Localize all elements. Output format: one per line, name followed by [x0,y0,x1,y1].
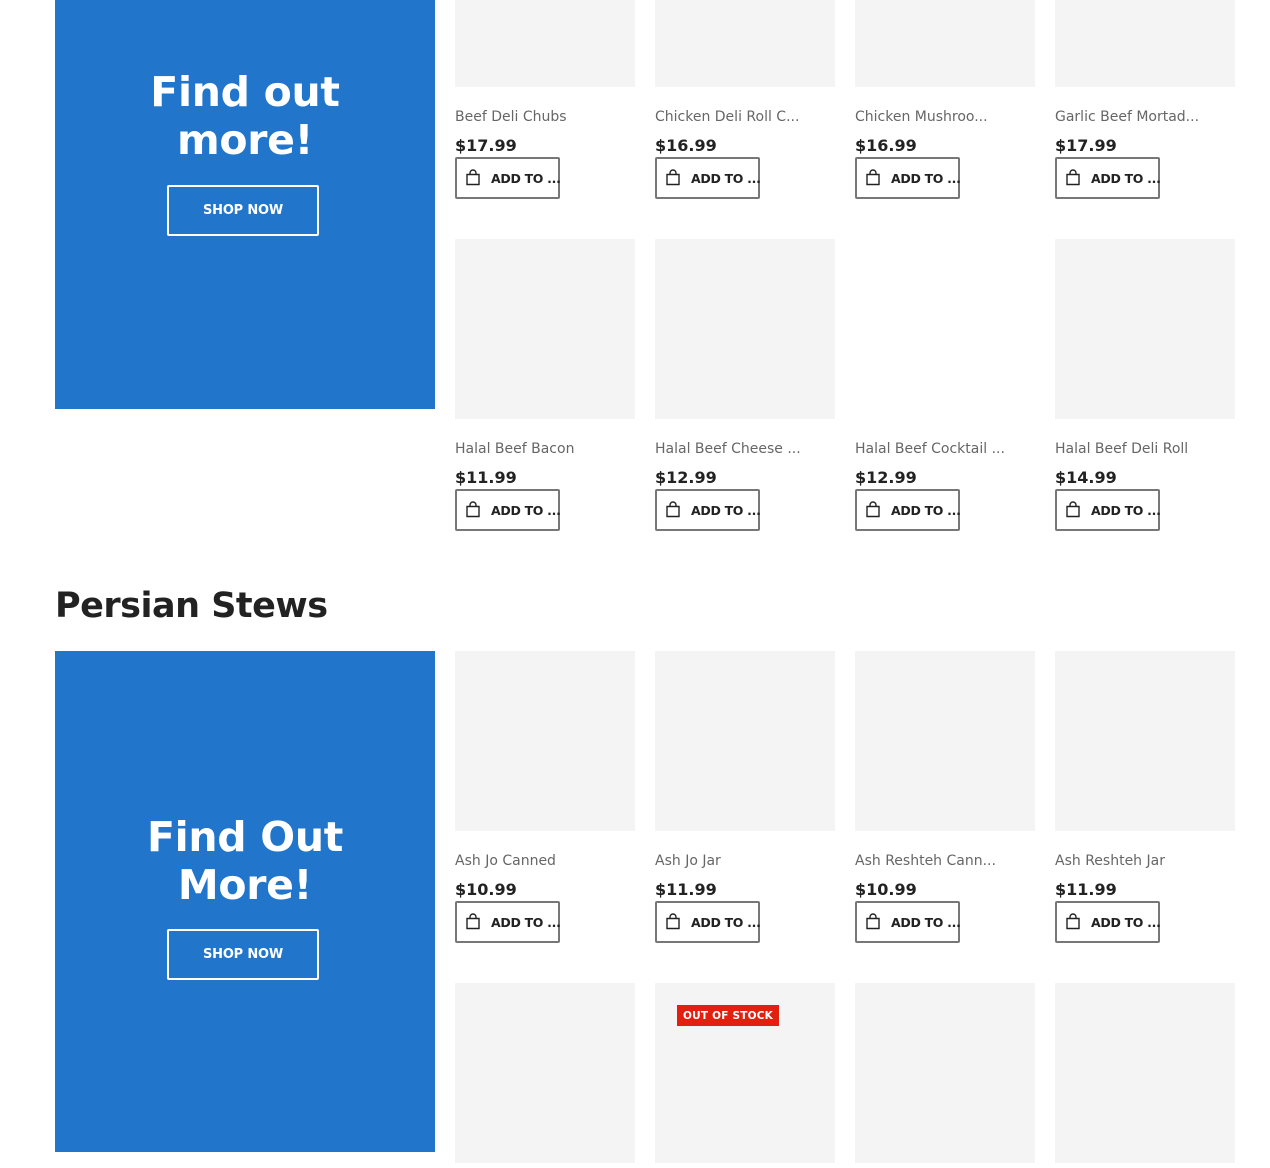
product-price: $12.99 [655,468,717,487]
add-to-cart-button[interactable]: ADD TO ... [855,489,961,531]
add-to-cart-label: ADD TO ... [491,502,561,518]
product-image[interactable] [855,239,1035,419]
product-name[interactable]: Chicken Mushroo... [855,109,1035,125]
add-to-cart-button[interactable]: ADD TO ... [455,157,561,199]
product-price: $12.99 [855,468,917,487]
product-image[interactable] [1055,0,1235,87]
product-image[interactable] [1055,651,1235,831]
add-to-cart-label: ADD TO ... [1091,502,1161,518]
product-price: $14.99 [1055,468,1117,487]
product-price: $10.99 [855,880,917,899]
promo-title-line1: Find Out [146,813,344,861]
product-name[interactable]: Ash Reshteh Cann... [855,853,1035,869]
product-price: $10.99 [455,880,517,899]
add-to-cart-button[interactable]: ADD TO ... [455,489,561,531]
product-price: $11.99 [455,468,517,487]
product-image[interactable] [855,0,1035,87]
product-price: $17.99 [455,136,517,155]
add-to-cart-label: ADD TO ... [491,170,561,186]
shopping-bag-icon [1066,913,1080,930]
shopping-bag-icon [466,913,480,930]
shopping-bag-icon [866,169,880,186]
product-price: $11.99 [655,880,717,899]
shopping-bag-icon [666,169,680,186]
add-to-cart-label: ADD TO ... [891,170,961,186]
shopping-bag-icon [1066,169,1080,186]
add-to-cart-button[interactable]: ADD TO ... [855,157,961,199]
add-to-cart-label: ADD TO ... [691,914,761,930]
product-name[interactable]: Halal Beef Bacon [455,441,635,457]
product-image[interactable] [655,651,835,831]
shop-now-button[interactable]: SHOP NOW [167,185,319,236]
add-to-cart-label: ADD TO ... [891,502,961,518]
product-price: $16.99 [655,136,717,155]
product-name[interactable]: Ash Reshteh Jar [1055,853,1235,869]
product-image[interactable] [855,651,1035,831]
product-image[interactable] [1055,239,1235,419]
shopping-bag-icon [466,169,480,186]
section-heading: Persian Stews [55,586,328,626]
product-image[interactable] [455,983,635,1163]
product-name[interactable]: Beef Deli Chubs [455,109,635,125]
product-name[interactable]: Halal Beef Cocktail ... [855,441,1035,457]
product-name[interactable]: Ash Jo Canned [455,853,635,869]
shopping-bag-icon [866,501,880,518]
product-image[interactable] [455,651,635,831]
product-image[interactable] [455,0,635,87]
add-to-cart-label: ADD TO ... [1091,170,1161,186]
product-name[interactable]: Ash Jo Jar [655,853,835,869]
promo-title-line2: More! [177,861,313,909]
shopping-bag-icon [1066,501,1080,518]
add-to-cart-button[interactable]: ADD TO ... [455,901,561,943]
shopping-bag-icon [666,501,680,518]
shopping-bag-icon [666,913,680,930]
product-image[interactable] [455,239,635,419]
product-name[interactable]: Garlic Beef Mortad... [1055,109,1235,125]
add-to-cart-label: ADD TO ... [691,170,761,186]
shop-now-button[interactable]: SHOP NOW [167,929,319,980]
add-to-cart-button[interactable]: ADD TO ... [1055,157,1161,199]
promo-banner-2: Find Out More! SHOP NOW [55,651,435,1152]
product-price: $11.99 [1055,880,1117,899]
product-image[interactable] [855,983,1035,1163]
product-name[interactable]: Halal Beef Cheese ... [655,441,835,457]
add-to-cart-label: ADD TO ... [491,914,561,930]
shopping-bag-icon [466,501,480,518]
product-price: $17.99 [1055,136,1117,155]
promo-title: Find out more! [55,68,435,164]
add-to-cart-button[interactable]: ADD TO ... [1055,489,1161,531]
promo-title-line1: Find out [150,68,340,116]
product-name[interactable]: Halal Beef Deli Roll [1055,441,1235,457]
promo-title-line2: more! [176,116,314,164]
add-to-cart-label: ADD TO ... [891,914,961,930]
out-of-stock-badge: OUT OF STOCK [677,1005,779,1026]
add-to-cart-button[interactable]: ADD TO ... [1055,901,1161,943]
shopping-bag-icon [866,913,880,930]
product-image[interactable] [655,239,835,419]
product-image[interactable] [655,0,835,87]
add-to-cart-label: ADD TO ... [1091,914,1161,930]
add-to-cart-button[interactable]: ADD TO ... [655,157,761,199]
promo-banner-1: Find out more! SHOP NOW [55,0,435,409]
add-to-cart-label: ADD TO ... [691,502,761,518]
product-name[interactable]: Chicken Deli Roll C... [655,109,835,125]
add-to-cart-button[interactable]: ADD TO ... [855,901,961,943]
product-price: $16.99 [855,136,917,155]
product-image[interactable] [1055,983,1235,1163]
add-to-cart-button[interactable]: ADD TO ... [655,901,761,943]
add-to-cart-button[interactable]: ADD TO ... [655,489,761,531]
promo-title: Find Out More! [55,813,435,909]
